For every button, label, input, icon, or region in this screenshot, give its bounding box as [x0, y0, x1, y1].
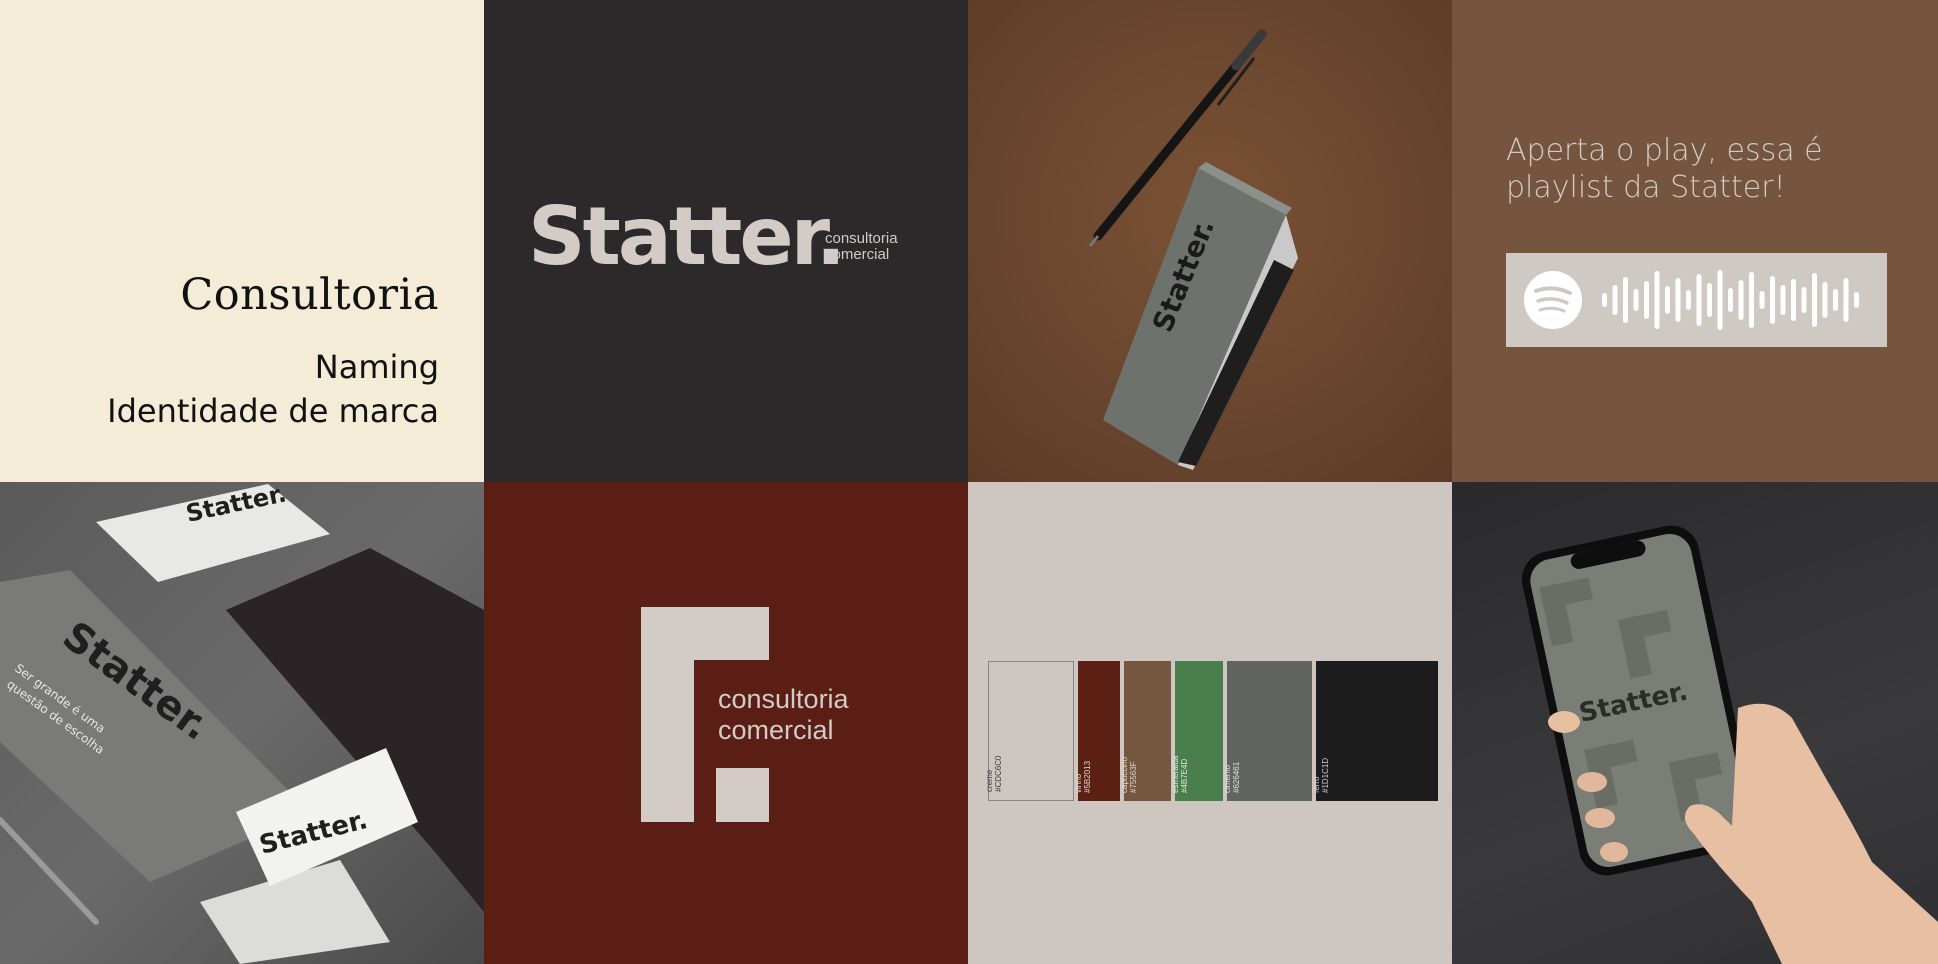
spotify-code-bar [1749, 272, 1754, 328]
swatch-hex: #5B2013 [1083, 760, 1092, 793]
spotify-code-bar [1686, 290, 1691, 310]
stationery-illustration: Statter. Statter. Ser grande é uma quest… [0, 482, 484, 964]
spotify-code-bar [1612, 285, 1618, 315]
intro-services: Naming Identidade de marca [107, 345, 439, 433]
symbol-subtitle-line1: consultoria [718, 684, 849, 714]
swatch-capuccino: capuccino #75563F [1120, 661, 1171, 801]
spotify-code-bars [1602, 270, 1859, 330]
spotify-code-bar [1707, 283, 1712, 317]
swatch-creme: creme #CDC6C0 [985, 661, 1074, 801]
palette-panel: creme #CDC6C0 vinho #5B2013 capuccino #75563F… [968, 482, 1452, 964]
spotify-code-bar [1843, 278, 1849, 322]
swatch-esmeralda: esmeralda #4B7E4D [1171, 661, 1223, 801]
spotify-code-bar [1770, 276, 1775, 324]
playlist-line1: Aperta o play, essa é [1506, 133, 1823, 168]
symbol-panel: consultoria comercial [484, 482, 968, 964]
spotify-code-bar [1812, 273, 1817, 327]
spotify-code-bar [1717, 270, 1723, 330]
symbol-subtitle: consultoria comercial [718, 684, 849, 746]
intro-line-naming: Naming [314, 348, 439, 386]
business-card-bottom-back [200, 860, 390, 964]
moodboard-grid: Consultoria Naming Identidade de marca S… [0, 0, 1938, 964]
spotify-code-bar [1696, 274, 1702, 326]
statter-logo-wordmark: Statter. [528, 190, 846, 283]
swatch-hex: #CDC6C0 [994, 755, 1003, 792]
notebook-pen-illustration: Statter. [1088, 29, 1298, 470]
spotify-code-bar [1654, 271, 1660, 329]
thumb-icon [1548, 711, 1580, 733]
spotify-code-bar [1780, 285, 1786, 315]
swatch-hex: #1D1C1D [1321, 757, 1330, 793]
intro-panel: Consultoria Naming Identidade de marca [0, 0, 484, 482]
swatch-hex: #626461 [1232, 761, 1241, 793]
spotify-code-bar [1854, 292, 1859, 308]
spotify-icon [1524, 271, 1582, 329]
notebook-photo: Statter. [968, 0, 1452, 482]
logo-dark-panel: Statter. consultoria comercial [484, 0, 968, 482]
spotify-code-bar [1833, 289, 1838, 311]
logo-subtitle: consultoria comercial [825, 231, 898, 263]
stationery-photo: Statter. Statter. Ser grande é uma quest… [0, 482, 484, 964]
logo-subtitle-line1: consultoria [825, 230, 898, 247]
phone-photo: Statter. [1452, 482, 1938, 964]
playlist-line2: playlist da Statter! [1506, 170, 1786, 205]
spotify-code-graphic [1524, 270, 1859, 330]
spotify-code-bar [1759, 291, 1765, 309]
swatch-hex: #4B7E4D [1180, 758, 1189, 793]
swatch-cimento: cimento #626461 [1223, 661, 1312, 801]
swatch-name: esmeralda [1171, 755, 1180, 793]
swatch-name: cimento [1223, 764, 1232, 793]
pen-icon [0, 817, 99, 925]
spotify-code-bar [1633, 289, 1639, 311]
intro-line-identity: Identidade de marca [107, 392, 439, 430]
spotify-code-bar [1738, 280, 1744, 320]
spotify-code-bar [1644, 281, 1649, 319]
playlist-text: Aperta o play, essa é playlist da Statte… [1506, 132, 1823, 206]
spotify-code-bar [1623, 277, 1628, 323]
spotify-code-bar [1675, 278, 1681, 322]
swatch-vinho: vinho #5B2013 [1074, 661, 1120, 801]
spotify-code-bar [1602, 293, 1607, 307]
spotify-code[interactable] [1506, 253, 1887, 347]
phone-mockup-illustration: Statter. [1521, 525, 1938, 964]
spotify-code-bar [1822, 282, 1828, 318]
spotify-code-bar [1801, 287, 1807, 313]
swatch-name: capuccino [1120, 756, 1129, 793]
swatch-name: vinho [1074, 773, 1083, 793]
swatch-name: creme [985, 769, 994, 792]
intro-title: Consultoria [180, 270, 439, 320]
spotify-code-bar [1728, 288, 1733, 312]
spotify-code-bar [1791, 279, 1796, 321]
logo-subtitle-line2: comercial [825, 246, 890, 263]
playlist-panel: Aperta o play, essa é playlist da Statte… [1452, 0, 1938, 482]
notebook-icon [1103, 162, 1298, 470]
symbol-subtitle-line2: comercial [718, 715, 834, 745]
swatch-ferro: ferro #1D1C1D [1312, 661, 1438, 801]
spotify-code-bar [1665, 286, 1670, 314]
swatch-hex: #75563F [1129, 761, 1138, 793]
swatch-name: ferro [1312, 776, 1321, 793]
